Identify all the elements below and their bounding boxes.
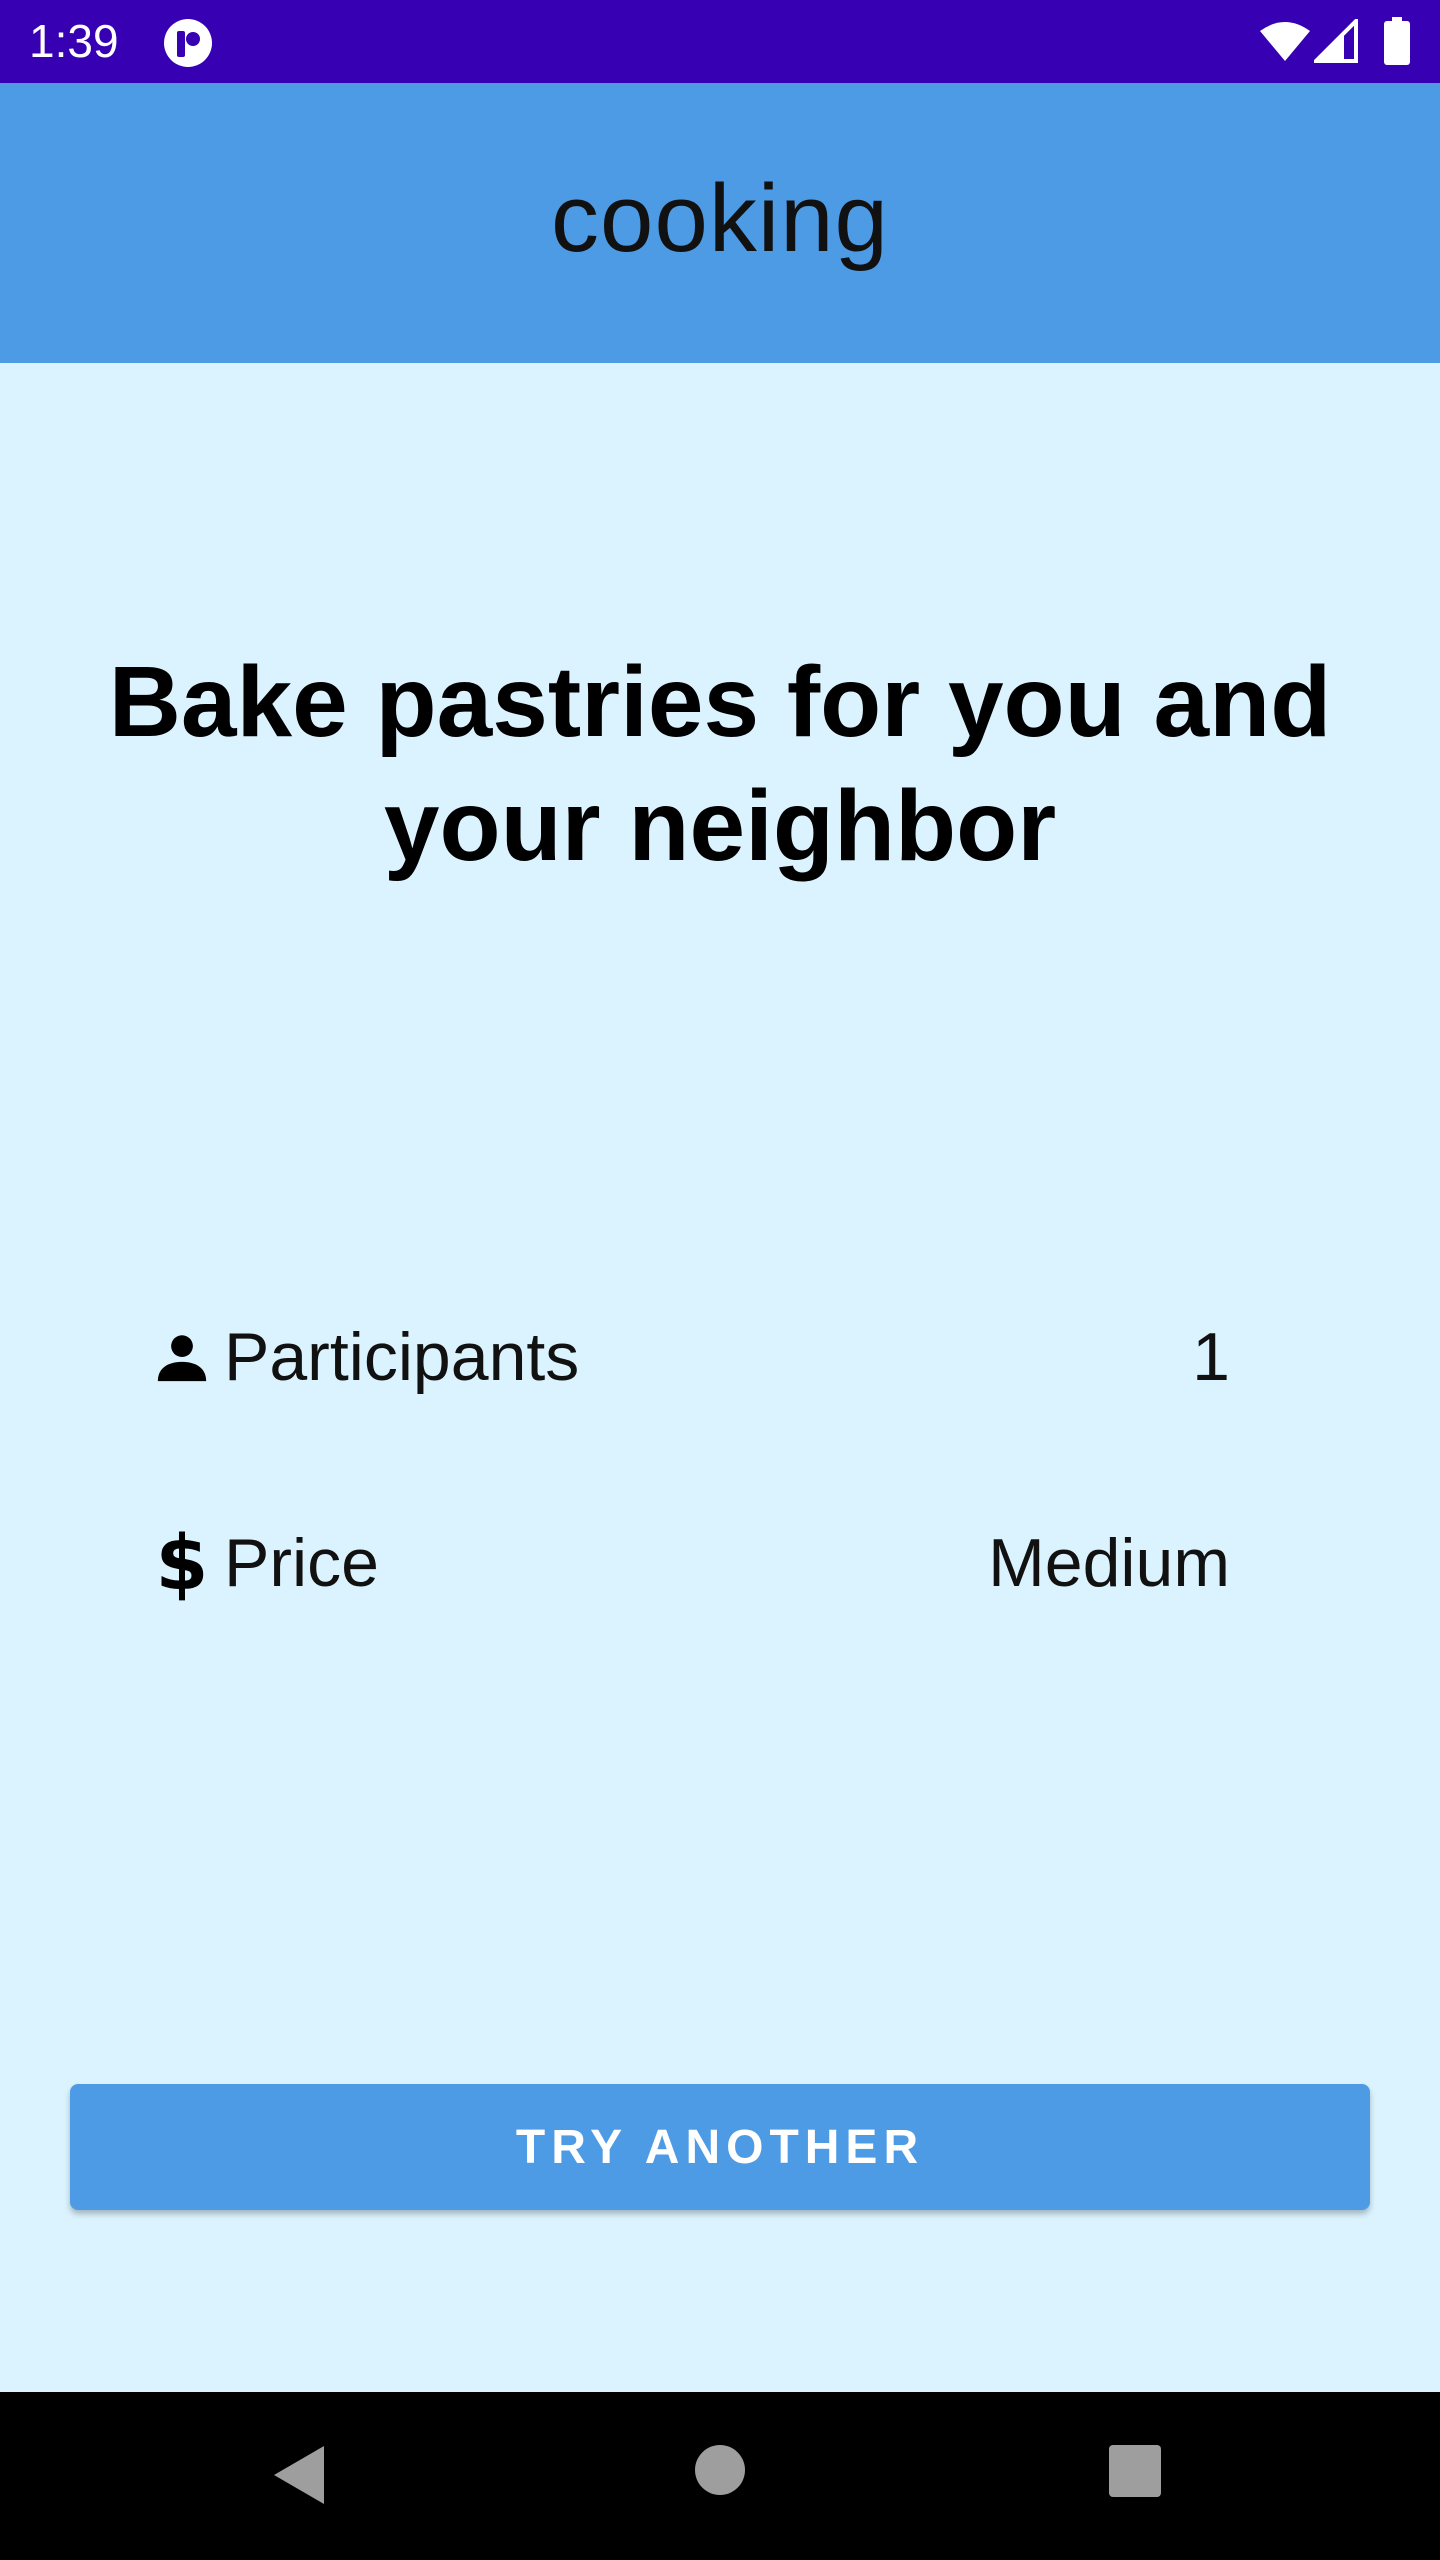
- participants-value: 1: [1192, 1319, 1230, 1395]
- participants-label: Participants: [224, 1319, 580, 1395]
- try-another-button[interactable]: TRY ANOTHER: [70, 2084, 1370, 2210]
- app-bar: cooking: [0, 83, 1440, 363]
- dollar-glyph: $: [155, 1518, 209, 1607]
- status-bar: 1:39: [0, 0, 1440, 83]
- battery-icon: [1384, 17, 1410, 65]
- activity-title: Bake pastries for you and your neighbor: [108, 646, 1332, 882]
- signal-icon: [1311, 16, 1358, 63]
- person-icon: [150, 1325, 214, 1389]
- notification-app-icon: [162, 17, 214, 69]
- participants-row: Participants 1: [150, 1307, 1230, 1407]
- wifi-icon: [1258, 19, 1312, 63]
- price-row: $ Price Medium: [150, 1513, 1230, 1613]
- status-time: 1:39: [29, 15, 119, 67]
- navigation-bar: [0, 2392, 1440, 2560]
- home-icon[interactable]: [694, 2444, 746, 2496]
- back-icon[interactable]: [270, 2442, 330, 2508]
- screen: 1:39 cooking Bake pastries for you and y…: [0, 0, 1440, 2560]
- dollar-icon: $: [150, 1525, 214, 1601]
- recents-icon[interactable]: [1108, 2444, 1162, 2498]
- price-value: Medium: [988, 1525, 1230, 1601]
- app-bar-title: cooking: [551, 165, 889, 272]
- price-label: Price: [224, 1525, 379, 1601]
